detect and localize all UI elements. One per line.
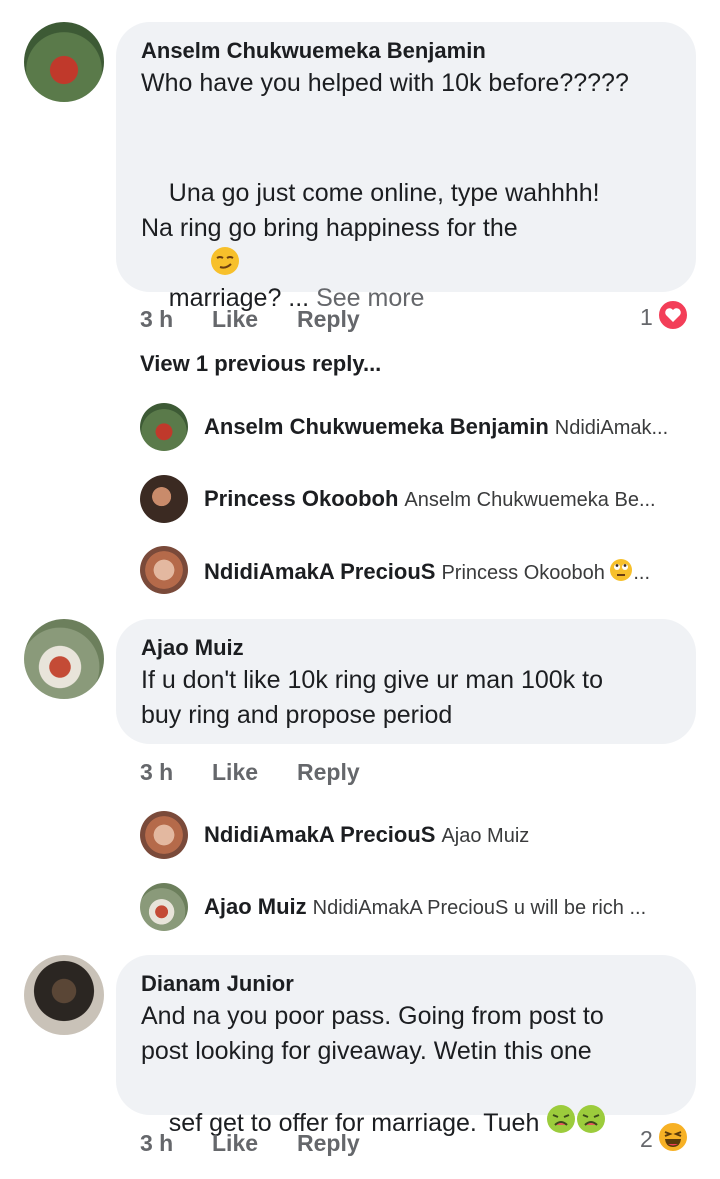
comment-text-line: sef get to offer for marriage. Tueh bbox=[141, 1069, 606, 1179]
reply-item[interactable]: Ajao Muiz NdidiAmakA PreciouS u will be r… bbox=[204, 894, 690, 920]
nauseated-emoji-icon bbox=[576, 1104, 606, 1144]
reply-author[interactable]: NdidiAmakA PreciouS bbox=[204, 559, 435, 584]
avatar[interactable] bbox=[140, 403, 188, 451]
comment-text-line: post looking for giveaway. Wetin this on… bbox=[141, 1037, 592, 1065]
reply-author[interactable]: Anselm Chukwuemeka Benjamin bbox=[204, 414, 549, 439]
heart-icon bbox=[656, 298, 689, 336]
comment-text-line: buy ring and propose period bbox=[141, 701, 453, 729]
reply-item[interactable]: Princess Okooboh Anselm Chukwuemeka Be... bbox=[204, 486, 690, 512]
haha-icon bbox=[656, 1120, 689, 1158]
comment-bubble: Ajao Muiz If u don't like 10k ring give … bbox=[116, 619, 696, 744]
comment-text-line: And na you poor pass. Going from post to bbox=[141, 1002, 604, 1030]
comment-bubble: Anselm Chukwuemeka Benjamin Who have you… bbox=[116, 22, 696, 312]
reaction-count: 2 bbox=[640, 1125, 653, 1152]
comment-text-line: Who have you helped with 10k before????? bbox=[141, 69, 629, 97]
avatar[interactable] bbox=[140, 883, 188, 931]
reply-text: NdidiAmakA PreciouS u will be rich ... bbox=[312, 897, 647, 919]
comment-text-line: marriage? ... See more bbox=[141, 246, 425, 351]
view-previous-replies-link[interactable]: View 1 previous reply... bbox=[140, 351, 381, 377]
reply-item[interactable]: Anselm Chukwuemeka Benjamin NdidiAmak... bbox=[204, 414, 690, 440]
comment-author[interactable]: Anselm Chukwuemeka Benjamin bbox=[141, 38, 486, 64]
avatar[interactable] bbox=[140, 475, 188, 523]
reply-button[interactable]: Reply bbox=[297, 1130, 360, 1157]
reply-text: Ajao Muiz bbox=[441, 825, 530, 847]
like-button[interactable]: Like bbox=[212, 1130, 258, 1157]
comment-text-line: Na ring go bring happiness for the bbox=[141, 214, 518, 242]
comment-text-line: If u don't like 10k ring give ur man 100… bbox=[141, 666, 603, 694]
comment-text: Una go just come online, type wahhhh! bbox=[168, 179, 600, 207]
comment-author[interactable]: Ajao Muiz bbox=[141, 635, 244, 661]
reply-text: NdidiAmak... bbox=[554, 417, 669, 439]
avatar[interactable] bbox=[24, 22, 104, 102]
like-button[interactable]: Like bbox=[212, 759, 258, 786]
comment-bubble: Dianam Junior And na you poor pass. Goin… bbox=[116, 955, 696, 1137]
like-button[interactable]: Like bbox=[212, 306, 258, 333]
reply-item[interactable]: NdidiAmakA PreciouS Ajao Muiz bbox=[204, 822, 690, 848]
nauseated-emoji-icon bbox=[546, 1104, 576, 1144]
eye-roll-emoji-icon bbox=[609, 558, 633, 587]
reply-text: Princess Okooboh bbox=[441, 562, 605, 584]
timestamp: 3 h bbox=[140, 1130, 174, 1156]
timestamp: 3 h bbox=[140, 759, 174, 785]
avatar[interactable] bbox=[24, 619, 104, 699]
reply-item[interactable]: NdidiAmakA PreciouS Princess Okooboh ... bbox=[204, 558, 690, 587]
avatar[interactable] bbox=[140, 546, 188, 594]
comment-author[interactable]: Dianam Junior bbox=[141, 971, 294, 997]
reply-button[interactable]: Reply bbox=[297, 759, 360, 786]
reaction-summary[interactable]: 1 bbox=[640, 298, 689, 336]
reply-author[interactable]: Princess Okooboh bbox=[204, 486, 398, 511]
timestamp: 3 h bbox=[140, 306, 174, 332]
avatar[interactable] bbox=[24, 955, 104, 1035]
reply-text: Anselm Chukwuemeka Be... bbox=[404, 489, 656, 511]
reply-text-ellipsis: ... bbox=[633, 562, 651, 584]
reply-author[interactable]: Ajao Muiz bbox=[204, 894, 307, 919]
reply-button[interactable]: Reply bbox=[297, 306, 360, 333]
reaction-count: 1 bbox=[640, 303, 653, 330]
reply-author[interactable]: NdidiAmakA PreciouS bbox=[204, 822, 435, 847]
reaction-summary[interactable]: 2 bbox=[640, 1120, 689, 1158]
avatar[interactable] bbox=[140, 811, 188, 859]
